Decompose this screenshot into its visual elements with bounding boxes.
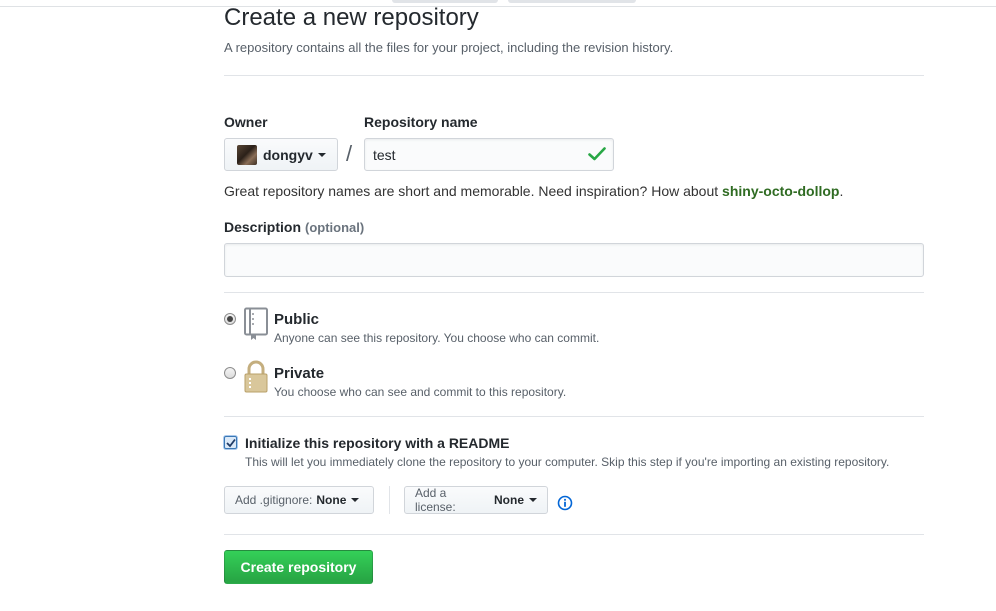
- license-select-button[interactable]: Add a license: None: [404, 486, 548, 514]
- description-input[interactable]: [224, 243, 924, 277]
- owner-label: Owner: [224, 114, 268, 130]
- public-radio[interactable]: [224, 313, 236, 325]
- check-icon: [588, 147, 606, 161]
- name-suggestion-link[interactable]: shiny-octo-dollop: [722, 183, 839, 199]
- divider: [224, 292, 924, 293]
- owner-name: dongyv: [263, 146, 313, 163]
- hint-text: Great repository names are short and mem…: [224, 183, 723, 199]
- gitignore-value: None: [316, 493, 347, 507]
- description-label-text: Description: [224, 219, 302, 235]
- avatar: [237, 144, 257, 165]
- page-title: Create a new repository: [224, 4, 479, 31]
- private-option-note: You choose who can see and commit to thi…: [274, 385, 567, 399]
- divider: [224, 534, 924, 535]
- chevron-down-icon: [529, 498, 537, 502]
- owner-repo-separator: /: [346, 141, 353, 166]
- lock-icon: [244, 360, 268, 393]
- repository-name-hint: Great repository names are short and mem…: [224, 183, 843, 199]
- hint-end: .: [839, 183, 844, 199]
- page-subtitle: A repository contains all the files for …: [224, 40, 674, 55]
- top-tab-fragment: [392, 0, 498, 3]
- repository-name-input[interactable]: [364, 138, 614, 171]
- readme-label: Initialize this repository with a README: [245, 435, 510, 451]
- checkmark-icon: [226, 438, 236, 448]
- top-tab-fragment: [508, 0, 636, 3]
- license-value: None: [494, 493, 524, 507]
- repository-name-label: Repository name: [364, 114, 478, 130]
- license-prefix: Add a license:: [415, 486, 456, 514]
- private-radio[interactable]: [224, 367, 236, 379]
- description-label: Description (optional): [224, 219, 364, 235]
- info-icon[interactable]: [557, 495, 573, 511]
- divider: [224, 75, 924, 76]
- private-option-title: Private: [274, 365, 325, 382]
- browser-top-strip: [0, 0, 996, 7]
- create-repository-button[interactable]: Create repository: [224, 550, 373, 584]
- gitignore-prefix: Add .gitignore:: [235, 493, 313, 507]
- public-option-title: Public: [274, 311, 320, 328]
- repo-book-icon: [244, 307, 268, 340]
- optional-tag: (optional): [305, 220, 365, 235]
- gitignore-select-button[interactable]: Add .gitignore: None: [224, 486, 374, 514]
- chevron-down-icon: [317, 152, 326, 157]
- vertical-divider: [389, 486, 390, 514]
- chevron-down-icon: [351, 498, 360, 502]
- owner-select-button[interactable]: dongyv: [224, 138, 338, 171]
- readme-note: This will let you immediately clone the …: [245, 455, 890, 469]
- divider: [224, 416, 924, 417]
- public-option-note: Anyone can see this repository. You choo…: [274, 331, 600, 345]
- readme-checkbox[interactable]: [224, 436, 237, 449]
